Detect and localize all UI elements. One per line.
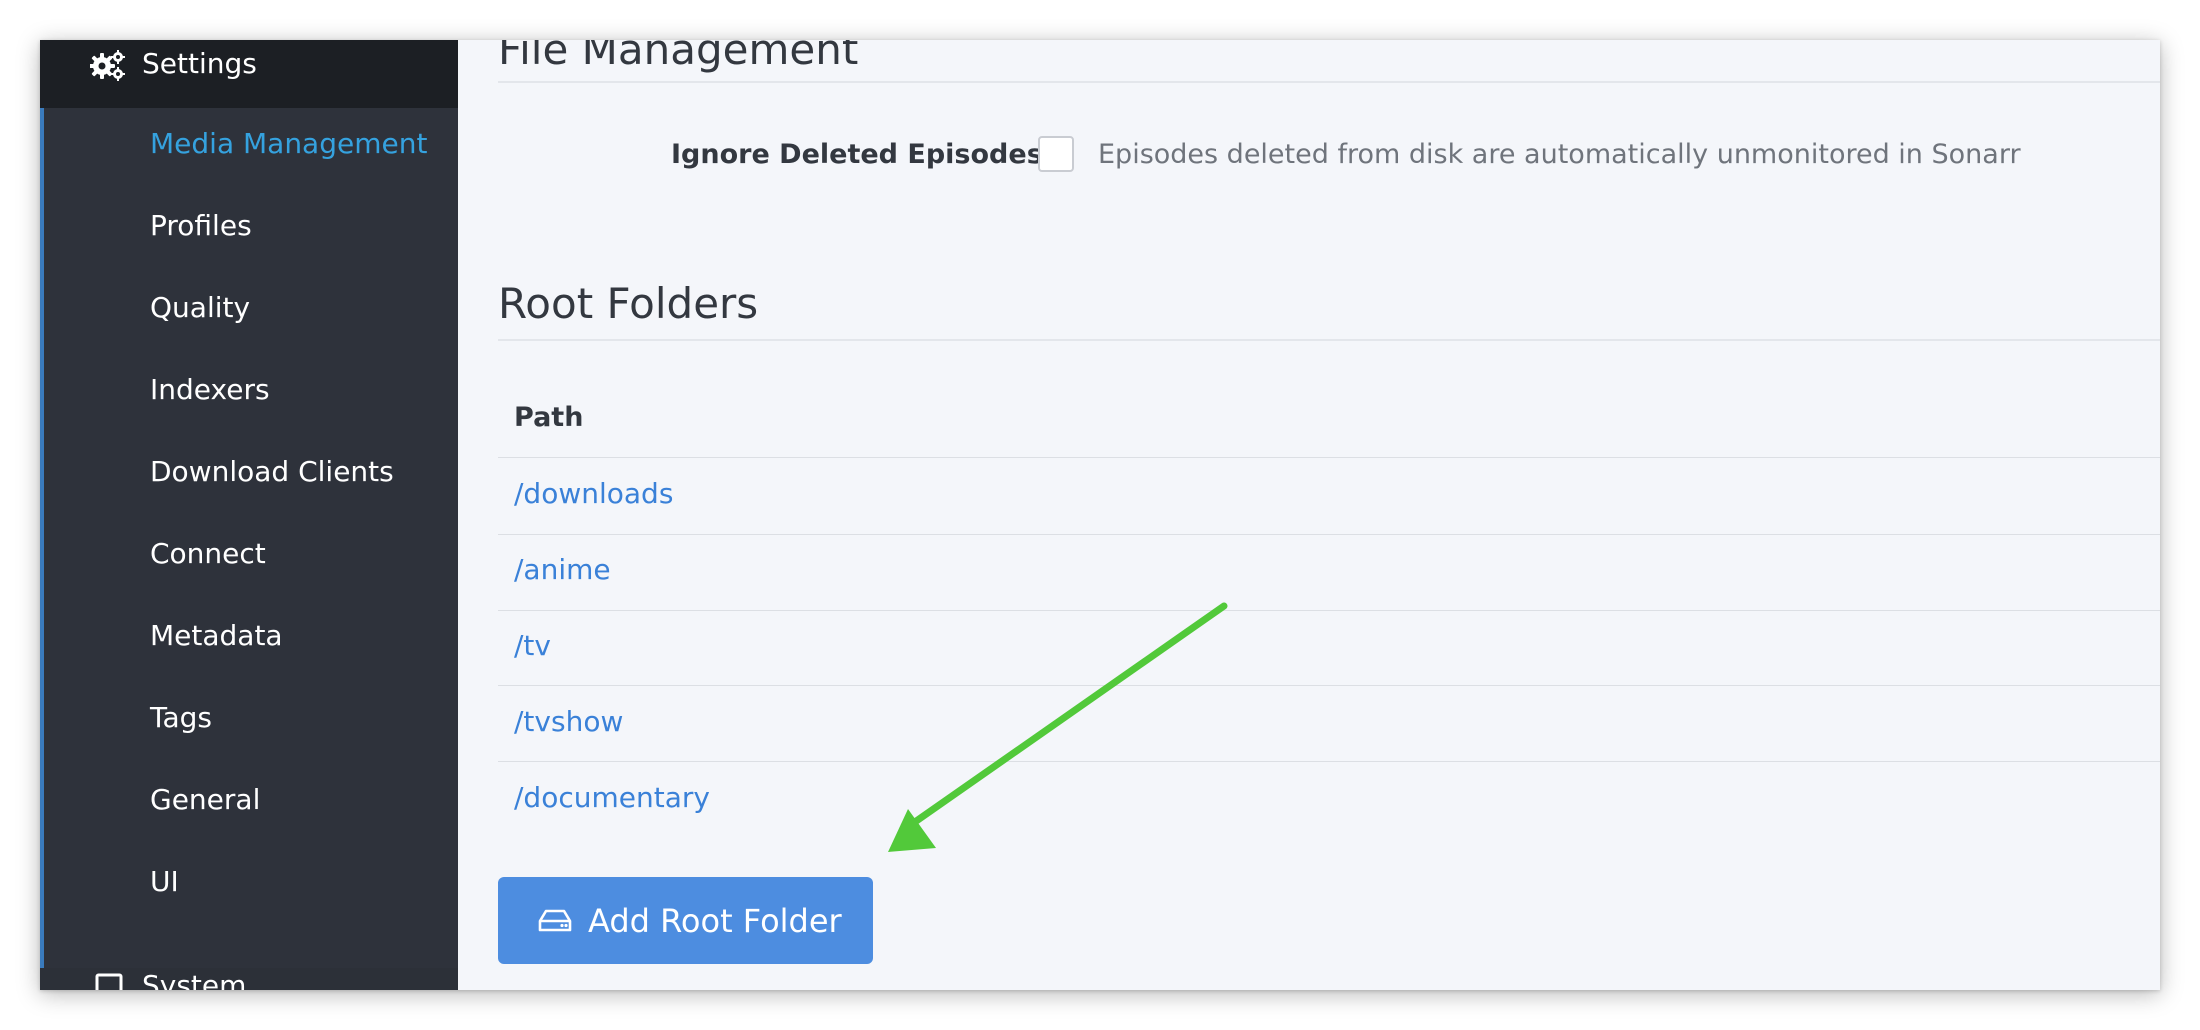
sidebar-item-quality[interactable]: Quality [150, 290, 250, 326]
sidebar-item-profiles[interactable]: Profiles [150, 208, 252, 244]
settings-submenu: Media Management Profiles Quality Indexe… [40, 108, 458, 968]
root-folder-path-link[interactable]: /anime [514, 552, 611, 588]
main-content: File Management Ignore Deleted Episodes … [458, 40, 2160, 990]
row-divider [498, 610, 2160, 611]
path-column-header: Path [514, 402, 584, 433]
add-root-folder-button[interactable]: Add Root Folder [498, 877, 873, 964]
sidebar-item-media-management[interactable]: Media Management [150, 126, 427, 162]
laptop-icon [92, 972, 126, 990]
sidebar-item-settings[interactable]: Settings [40, 40, 458, 108]
file-management-title: File Management [498, 40, 859, 74]
section-divider [498, 339, 2160, 341]
add-root-folder-label: Add Root Folder [588, 902, 842, 940]
ignore-deleted-episodes-help: Episodes deleted from disk are automatic… [1098, 139, 2021, 170]
root-folders-title: Root Folders [498, 279, 759, 328]
sidebar-item-metadata[interactable]: Metadata [150, 618, 283, 654]
sidebar-item-tags[interactable]: Tags [150, 700, 212, 736]
sidebar-system-label: System [142, 969, 247, 990]
sidebar-item-download-clients[interactable]: Download Clients [150, 454, 394, 490]
row-divider [498, 761, 2160, 762]
annotation-arrow [888, 602, 1228, 852]
section-divider [498, 81, 2160, 83]
row-divider [498, 457, 2160, 458]
sidebar-settings-label: Settings [142, 47, 257, 80]
gears-icon [89, 48, 126, 82]
sidebar-item-connect[interactable]: Connect [150, 536, 266, 572]
root-folder-path-link[interactable]: /documentary [514, 780, 710, 816]
sidebar-item-ui[interactable]: UI [150, 864, 179, 900]
hard-drive-icon [538, 909, 572, 933]
row-divider [498, 685, 2160, 686]
root-folder-path-link[interactable]: /tv [514, 628, 551, 664]
ignore-deleted-episodes-label: Ignore Deleted Episodes [671, 139, 1043, 170]
app-window: Settings Media Management Profiles Quali… [40, 40, 2160, 990]
root-folder-path-link[interactable]: /downloads [514, 476, 673, 512]
sidebar-item-indexers[interactable]: Indexers [150, 372, 270, 408]
sidebar-item-system[interactable]: System [40, 968, 458, 990]
ignore-deleted-episodes-checkbox[interactable] [1038, 136, 1074, 172]
sidebar: Settings Media Management Profiles Quali… [40, 40, 458, 990]
root-folder-path-link[interactable]: /tvshow [514, 704, 623, 740]
row-divider [498, 534, 2160, 535]
sidebar-item-general[interactable]: General [150, 782, 260, 818]
